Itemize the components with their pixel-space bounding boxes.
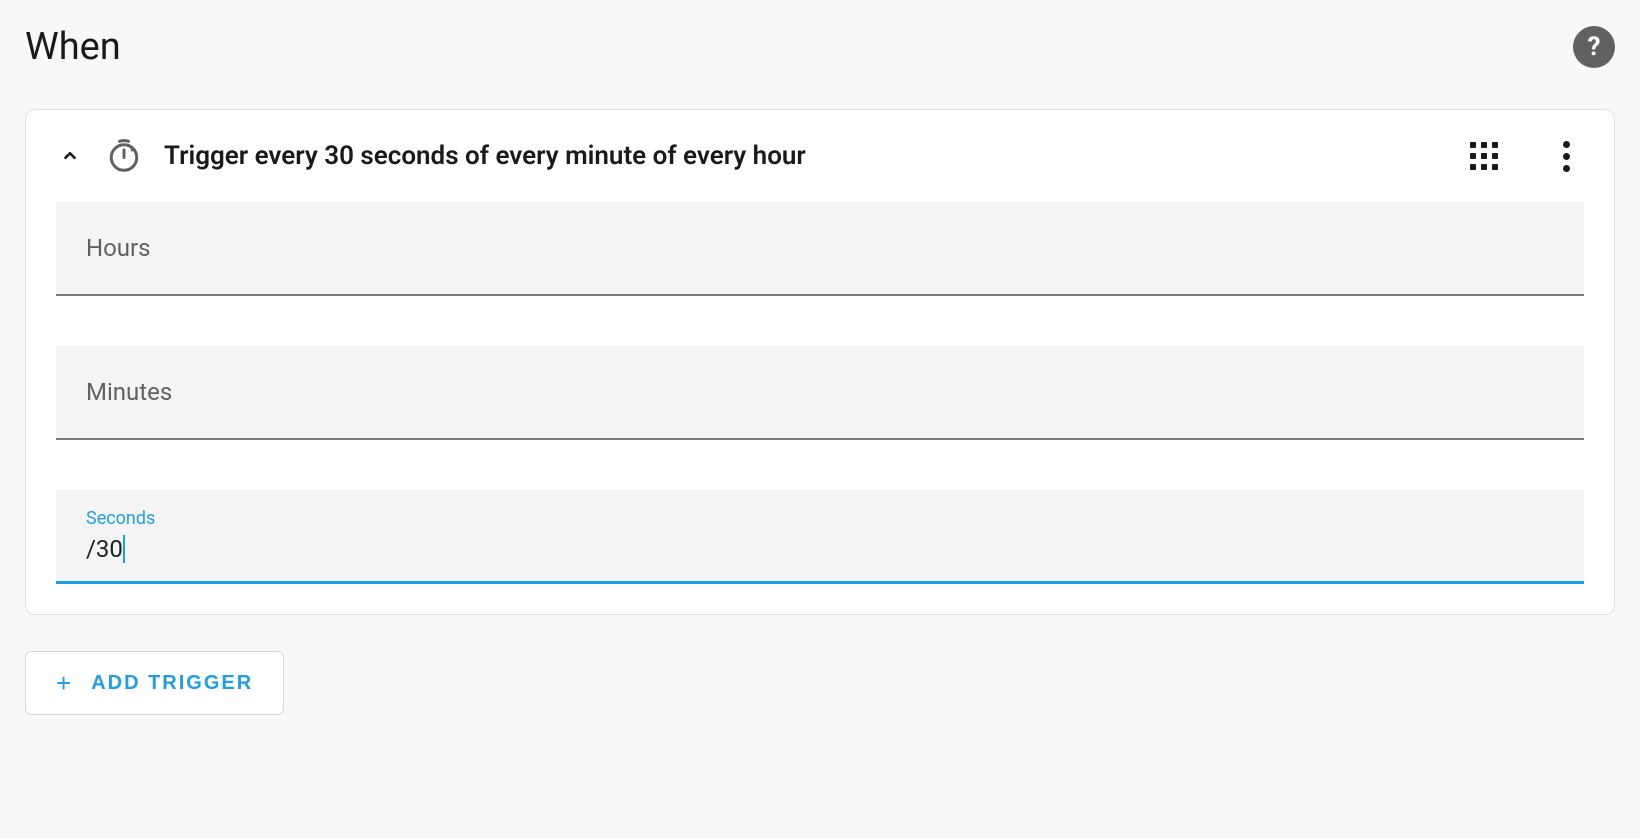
minutes-field[interactable]: Minutes	[56, 346, 1584, 440]
trigger-card: Trigger every 30 seconds of every minute…	[25, 109, 1615, 615]
timer-icon	[106, 138, 142, 174]
trigger-summary: Trigger every 30 seconds of every minute…	[164, 141, 1420, 171]
help-button[interactable]: ?	[1573, 26, 1615, 68]
trigger-card-body: Hours Minutes Seconds /30	[26, 202, 1614, 584]
minutes-label: Minutes	[86, 378, 1554, 406]
chevron-up-icon	[59, 145, 81, 167]
trigger-card-header: Trigger every 30 seconds of every minute…	[26, 110, 1614, 202]
add-trigger-button[interactable]: + ADD TRIGGER	[25, 651, 284, 715]
plus-icon: +	[56, 670, 73, 696]
collapse-toggle[interactable]	[56, 142, 84, 170]
text-caret	[123, 535, 125, 563]
seconds-value: /30	[86, 535, 123, 563]
apps-button[interactable]	[1466, 138, 1502, 174]
hours-label: Hours	[86, 234, 1554, 262]
add-trigger-label: ADD TRIGGER	[91, 672, 253, 695]
seconds-field[interactable]: Seconds /30	[56, 490, 1584, 584]
more-menu-button[interactable]	[1548, 138, 1584, 174]
seconds-label: Seconds	[86, 508, 1554, 529]
section-header: When ?	[25, 25, 1615, 69]
hours-field[interactable]: Hours	[56, 202, 1584, 296]
kebab-icon	[1563, 141, 1570, 172]
section-title: When	[25, 25, 121, 69]
help-icon: ?	[1588, 32, 1601, 62]
seconds-input-wrap: /30	[86, 535, 1554, 563]
apps-grid-icon	[1470, 142, 1498, 170]
